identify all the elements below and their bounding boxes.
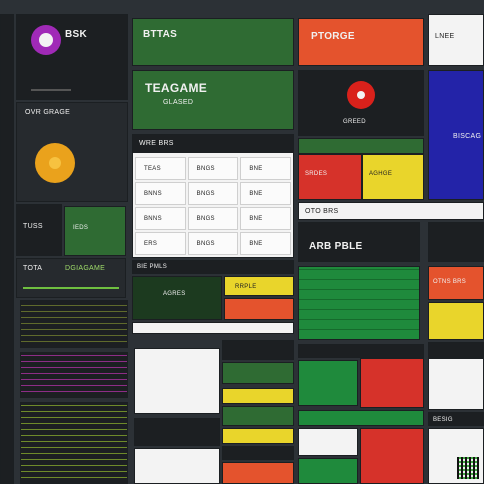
- red-top-label: PTORGE: [311, 31, 355, 42]
- mid-yellow-text: RRPLE: [235, 284, 257, 290]
- tile-green-2[interactable]: TEAGAME GLASED: [132, 70, 294, 130]
- grid-cell[interactable]: TEAS: [135, 157, 186, 180]
- bottom-yellow-2[interactable]: [222, 428, 294, 444]
- right-orange[interactable]: OTNS BRS: [428, 266, 484, 300]
- grid-cell[interactable]: BNGS: [187, 232, 239, 255]
- tile-small-2[interactable]: IEDS: [64, 206, 126, 256]
- green2-sub: GLASED: [163, 99, 194, 106]
- grid-cell[interactable]: BNNS: [135, 182, 186, 205]
- white-top-label: LNEE: [435, 33, 455, 40]
- green2-title: TEAGAME: [145, 81, 208, 95]
- bottom-green-1[interactable]: [222, 362, 294, 384]
- purple-ring-inner: [39, 33, 53, 47]
- grid-cell[interactable]: BNNS: [135, 207, 186, 230]
- tag-1: TOTA: [23, 265, 43, 272]
- tile-white-top[interactable]: LNEE: [428, 14, 484, 66]
- divider: [31, 89, 71, 91]
- grid-cell[interactable]: BNE: [240, 207, 291, 230]
- grid-cell[interactable]: BNGS: [187, 157, 239, 180]
- tile-app-coin[interactable]: OVR GRAGE: [16, 102, 128, 202]
- grid-cells: TEAS BNGS BNE BNNS BNGS BNE BNNS BNGS BN…: [135, 157, 291, 255]
- list-panel-2[interactable]: [20, 352, 128, 398]
- mid-yellow-box[interactable]: RRPLE: [224, 276, 294, 296]
- split-yellow-text: AGHGE: [369, 171, 393, 177]
- grid-header: WRE BRS: [139, 140, 174, 147]
- mid-white-bar: [132, 322, 294, 334]
- qr-code-icon: [457, 457, 479, 479]
- mid-green-list[interactable]: [298, 266, 420, 340]
- bottom-green-2[interactable]: [222, 406, 294, 426]
- bottom-right-qr-tile[interactable]: [428, 428, 484, 484]
- coin-center: [49, 157, 61, 169]
- grid-cell[interactable]: BNE: [240, 232, 291, 255]
- green-label: BTTAS: [143, 29, 178, 40]
- bottom-rc-green[interactable]: [298, 360, 358, 406]
- grid-panel[interactable]: WRE BRS TEAS BNGS BNE BNNS BNGS BNE BNNS…: [132, 134, 294, 258]
- right-yellow[interactable]: [428, 302, 484, 340]
- tile-split-yellow[interactable]: AGHGE: [362, 154, 424, 200]
- strip[interactable]: OTO BRS: [298, 202, 484, 220]
- record-inner: [357, 91, 365, 99]
- tile-row2-label: IEDS: [73, 225, 89, 231]
- bottom-white-1[interactable]: [134, 348, 220, 414]
- tile-row-label: TUSS: [23, 223, 43, 230]
- mid-green-box[interactable]: AGRES: [132, 276, 222, 320]
- mid-panel-header: BIE PMLS: [132, 260, 294, 274]
- mid-green-text: AGRES: [163, 291, 186, 297]
- tag-2: DGIAGAME: [65, 265, 106, 272]
- bottom-orange[interactable]: [222, 462, 294, 484]
- bottom-right-header: [428, 342, 484, 358]
- mid-panel-title: BIE PMLS: [137, 264, 168, 270]
- bottom-yellow-1[interactable]: [222, 388, 294, 404]
- bottom-right-dark[interactable]: BESIG: [428, 412, 484, 426]
- list-panel-3[interactable]: [20, 402, 128, 484]
- tile-app-purple[interactable]: BSK: [16, 14, 128, 100]
- bottom-rc-green-2[interactable]: [298, 458, 358, 484]
- right-mid-label: BISCAG: [453, 133, 482, 140]
- tile-mid-label: OVR GRAGE: [25, 109, 71, 116]
- tile-top-label: BSK: [65, 29, 88, 40]
- bottom-dark-2[interactable]: [134, 418, 220, 446]
- tile-split-header: [298, 138, 424, 154]
- mid-right-title: ARB PBLE: [309, 241, 363, 252]
- mid-orange-box[interactable]: [224, 298, 294, 320]
- tile-green-1[interactable]: BTTAS: [132, 18, 294, 66]
- bottom-right-white[interactable]: [428, 358, 484, 410]
- bottom-white-2[interactable]: [134, 448, 220, 484]
- strip-label: OTO BRS: [305, 208, 339, 215]
- bottom-rc-red[interactable]: [360, 358, 424, 408]
- right-panel-header: [428, 222, 484, 262]
- tile-red-top[interactable]: PTORGE: [298, 18, 424, 66]
- grid-cell[interactable]: ERS: [135, 232, 186, 255]
- bottom-rc-green-bar[interactable]: [298, 410, 424, 426]
- bottom-dark-list[interactable]: [222, 340, 294, 360]
- left-edge-panel: [0, 14, 14, 484]
- tile-small-1[interactable]: TUSS: [16, 204, 62, 256]
- grid-cell[interactable]: BNGS: [187, 207, 239, 230]
- right-orange-caption: OTNS BRS: [433, 279, 467, 285]
- tile-blue[interactable]: BISCAG: [428, 70, 484, 200]
- grid-cell[interactable]: BNE: [240, 157, 291, 180]
- bottom-rc-red-2[interactable]: [360, 428, 424, 484]
- tile-split-red[interactable]: SRDES: [298, 154, 362, 200]
- bottom-rc-white[interactable]: [298, 428, 358, 456]
- bottom-rc-header: [298, 344, 424, 358]
- bottom-right-label: BESIG: [433, 417, 453, 423]
- split-red-text: SRDES: [305, 171, 328, 177]
- bottom-dark-1[interactable]: [222, 446, 294, 460]
- grid-cell[interactable]: BNGS: [187, 182, 239, 205]
- list-panel-1[interactable]: [20, 300, 128, 348]
- mid-right-header: ARB PBLE: [298, 222, 420, 262]
- tile-record[interactable]: GREED: [298, 70, 424, 136]
- tag-bar: [23, 287, 119, 289]
- record-caption: GREED: [343, 119, 366, 125]
- grid-cell[interactable]: BNE: [240, 182, 291, 205]
- tag-row[interactable]: TOTA DGIAGAME: [16, 258, 126, 298]
